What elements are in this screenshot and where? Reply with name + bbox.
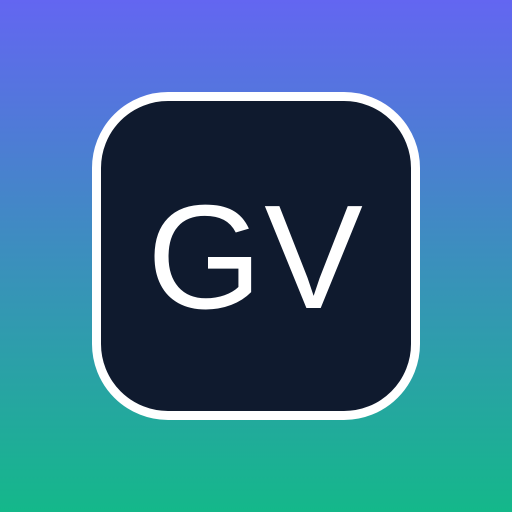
app-icon-tile: GV (92, 92, 420, 420)
monogram-text: GV (147, 175, 365, 340)
app-icon-canvas: GV (0, 0, 512, 512)
